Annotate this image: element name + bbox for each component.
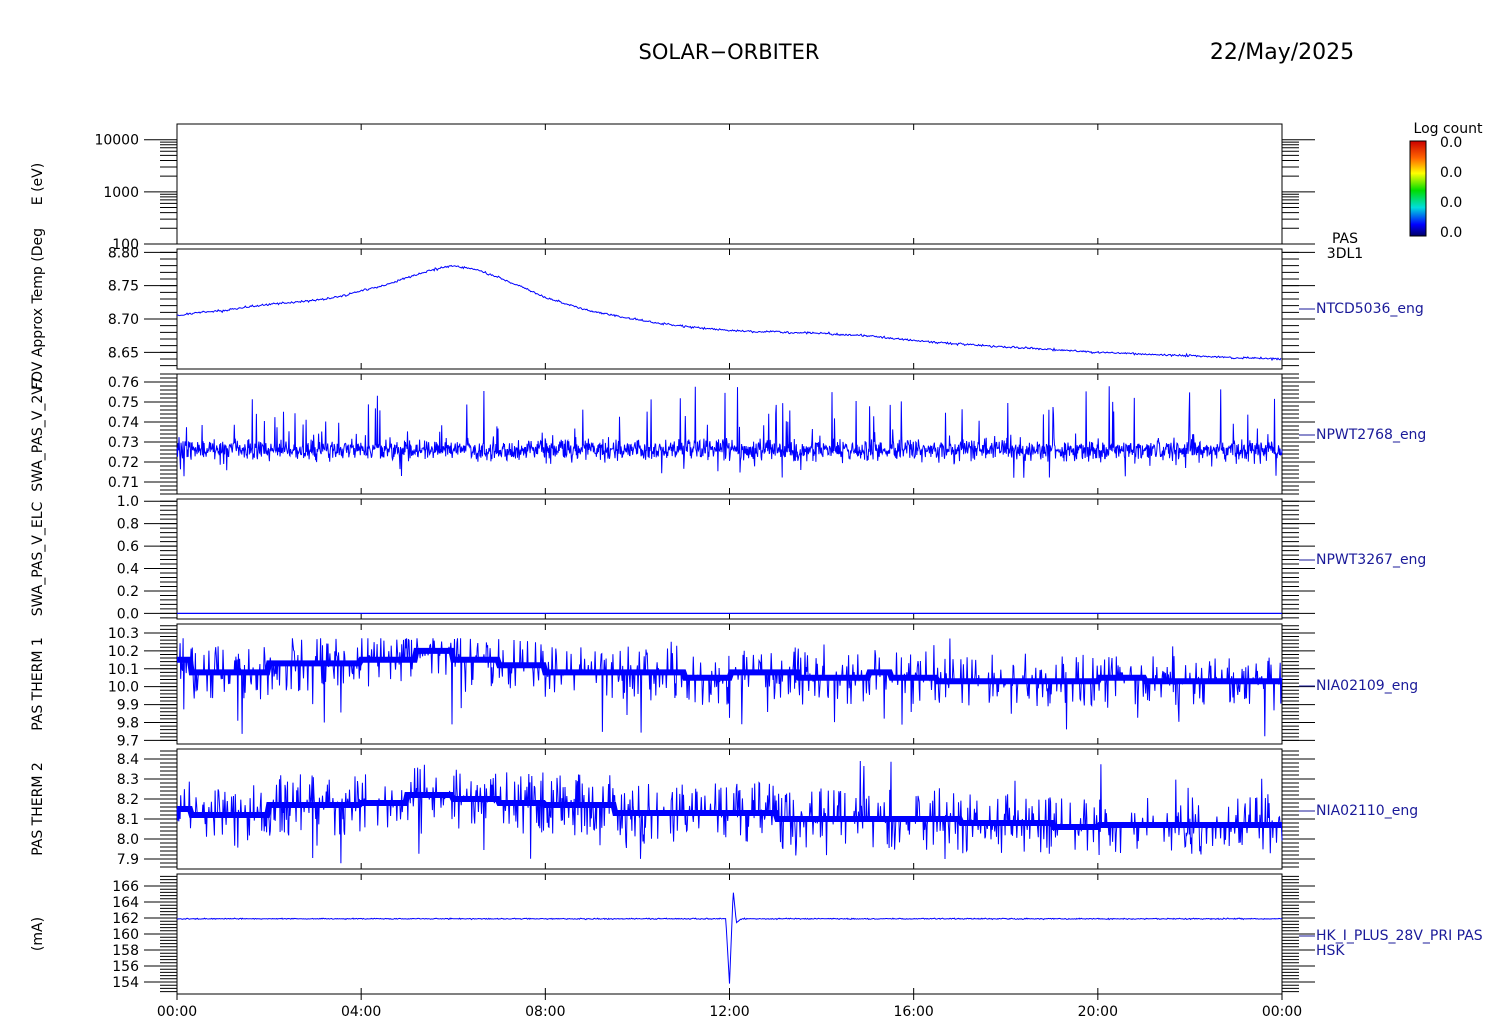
y-tick-label: 8.65 bbox=[108, 345, 139, 361]
panel-label-text: NTCD5036_eng bbox=[1316, 301, 1424, 317]
panel-3: 0.71 0.72 0.73 0.74 0.75 0.76 NPWT2768_eng SWA_… bbox=[30, 373, 1426, 495]
panel-frame bbox=[176, 248, 1283, 370]
y-tick-label: 166 bbox=[112, 879, 139, 895]
panel-label-text: 3DL1 bbox=[1327, 246, 1363, 262]
y-axis-label: SWA_PAS_V_ELC bbox=[30, 502, 46, 617]
time-axis: 00:00 04:00 08:00 12:00 16:00 20:00 00:00 bbox=[157, 994, 1302, 1020]
y-tick-label: 8.80 bbox=[108, 245, 139, 261]
x-tick-label: 20:00 bbox=[1078, 1004, 1118, 1020]
panel-label-text: NPWT2768_eng bbox=[1316, 427, 1426, 443]
panel-label-text: NIA02110_eng bbox=[1316, 803, 1418, 819]
y-axis-label: (mA) bbox=[30, 917, 46, 951]
y-tick-label: 9.9 bbox=[117, 698, 139, 714]
series-line bbox=[176, 386, 1283, 478]
y-axis-label: E (eV) bbox=[30, 163, 46, 205]
y-tick-label: 8.3 bbox=[117, 772, 139, 788]
series-line bbox=[176, 638, 1283, 737]
panel-frame bbox=[176, 373, 1283, 495]
y-ticks: 8.65 8.70 8.75 8.80 bbox=[108, 245, 1315, 367]
colorbar-tick-label: 0.0 bbox=[1440, 135, 1462, 151]
panel-1: 100100010000PAS3DL1E (eV) bbox=[30, 123, 1363, 262]
panel-label-text: NIA02109_eng bbox=[1316, 678, 1418, 694]
colorbar-tick-label: 0.0 bbox=[1440, 195, 1462, 211]
y-tick-label: 9.8 bbox=[117, 716, 139, 732]
y-tick-label: 10.2 bbox=[108, 644, 139, 660]
colorbar-tick-label: 0.0 bbox=[1440, 225, 1462, 241]
x-tick-label: 12:00 bbox=[709, 1004, 749, 1020]
y-tick-label: 0.6 bbox=[117, 539, 139, 555]
panel-label: NIA02109_eng bbox=[1299, 678, 1418, 694]
panel-5: 9.79.8 9.9 10.0 10.1 10.2 10.3 NIA02109_eng PAS… bbox=[30, 623, 1418, 749]
y-axis-label: PAS THERM 2 bbox=[30, 762, 46, 856]
panel-label: NTCD5036_eng bbox=[1299, 301, 1424, 317]
y-tick-label: 154 bbox=[112, 975, 139, 991]
y-tick-label: 0.0 bbox=[117, 606, 139, 622]
y-tick-label: 10.1 bbox=[108, 662, 139, 678]
x-tick-label: 00:00 bbox=[1262, 1004, 1302, 1020]
y-tick-label: 0.75 bbox=[108, 395, 139, 411]
x-tick-label: 04:00 bbox=[341, 1004, 381, 1020]
y-tick-label: 158 bbox=[112, 943, 139, 959]
y-axis-label: PAS THERM 1 bbox=[30, 637, 46, 731]
panel-label-text: HSK bbox=[1316, 943, 1345, 959]
y-ticks: 154156158160162164166 bbox=[112, 875, 1315, 993]
panel-frame bbox=[176, 123, 1283, 245]
colorbar-tick-label: 0.0 bbox=[1440, 165, 1462, 181]
panel-label-text: PAS bbox=[1332, 231, 1358, 247]
colorbar-gradient bbox=[1409, 140, 1427, 237]
y-ticks: 100100010000 bbox=[94, 133, 1315, 253]
y-axis-label: FOV Approx Temp (Deg bbox=[30, 228, 46, 390]
y-tick-label: 8.2 bbox=[117, 792, 139, 808]
y-tick-label: 160 bbox=[112, 927, 139, 943]
y-tick-label: 164 bbox=[112, 895, 139, 911]
y-tick-label: 9.7 bbox=[117, 733, 139, 749]
y-tick-label: 0.74 bbox=[108, 415, 139, 431]
y-tick-label: 8.75 bbox=[108, 279, 139, 295]
y-tick-label: 162 bbox=[112, 911, 139, 927]
y-tick-label: 10.3 bbox=[108, 626, 139, 642]
y-ticks: 0.0 0.2 0.4 0.6 0.8 1.0 bbox=[117, 494, 1315, 622]
panel-label: HK_I_PLUS_28V_PRI PASHSK bbox=[1299, 928, 1483, 959]
y-tick-label: 0.72 bbox=[108, 455, 139, 471]
y-tick-label: 10.0 bbox=[108, 680, 139, 696]
panel-frame bbox=[176, 498, 1283, 620]
date-label: 22/May/2025 bbox=[1210, 40, 1354, 65]
panel-7: 154156158160162164166HK_I_PLUS_28V_PRI P… bbox=[30, 873, 1483, 995]
panel-label: NPWT3267_eng bbox=[1299, 552, 1426, 568]
y-tick-label: 8.0 bbox=[117, 832, 139, 848]
panel-2: 8.65 8.70 8.75 8.80 NTCD5036_eng FOV Approx T… bbox=[30, 228, 1424, 390]
y-tick-label: 1000 bbox=[103, 185, 139, 201]
x-tick-label: 00:00 bbox=[157, 1004, 197, 1020]
series-line bbox=[176, 892, 1283, 984]
y-tick-label: 0.4 bbox=[117, 562, 139, 578]
series-line bbox=[176, 264, 1282, 362]
y-tick-label: 0.8 bbox=[117, 517, 139, 533]
y-tick-label: 7.9 bbox=[117, 852, 139, 868]
y-axis-label: SWA_PAS_V_2V7 bbox=[30, 376, 46, 492]
y-tick-label: 156 bbox=[112, 959, 139, 975]
panels-group: 100100010000PAS3DL1E (eV)8.658.708.758.8… bbox=[30, 123, 1483, 995]
y-tick-label: 0.71 bbox=[108, 475, 139, 491]
y-tick-label: 10000 bbox=[94, 133, 139, 149]
y-tick-label: 0.2 bbox=[117, 584, 139, 600]
y-tick-label: 8.70 bbox=[108, 312, 139, 328]
panel-label: PAS3DL1 bbox=[1327, 231, 1363, 262]
panel-label: NPWT2768_eng bbox=[1299, 427, 1426, 443]
y-tick-label: 8.4 bbox=[117, 752, 139, 768]
y-tick-label: 0.76 bbox=[108, 375, 139, 391]
x-tick-label: 16:00 bbox=[893, 1004, 933, 1020]
panel-6: 7.9 8.0 8.1 8.2 8.3 8.4 NIA02110_eng PAS THERM … bbox=[30, 748, 1418, 870]
y-tick-label: 8.1 bbox=[117, 812, 139, 828]
panel-4: 0.0 0.2 0.4 0.6 0.8 1.0 NPWT3267_eng SWA_PAS_V_… bbox=[30, 494, 1426, 622]
y-tick-label: 1.0 bbox=[117, 494, 139, 510]
y-tick-label: 0.73 bbox=[108, 435, 139, 451]
x-tick-label: 08:00 bbox=[525, 1004, 565, 1020]
plot-canvas: SOLAR−ORBITER 22/May/2025 Log count 0.0 … bbox=[30, 40, 1483, 1020]
stacked-timeseries-figure: SOLAR−ORBITER 22/May/2025 Log count 0.0 … bbox=[0, 0, 1512, 1020]
mission-title: SOLAR−ORBITER bbox=[638, 40, 819, 64]
panel-label: NIA02110_eng bbox=[1299, 803, 1418, 819]
panel-label-text: NPWT3267_eng bbox=[1316, 552, 1426, 568]
panel-label-text: HK_I_PLUS_28V_PRI PAS bbox=[1316, 928, 1483, 944]
